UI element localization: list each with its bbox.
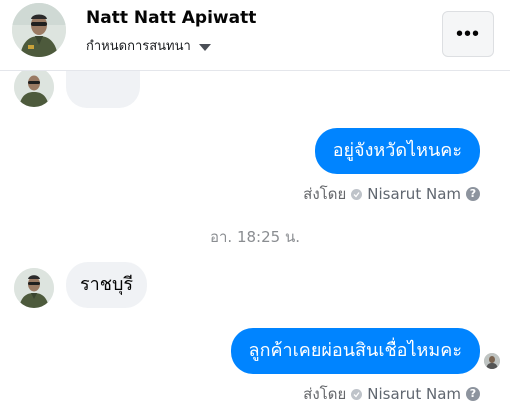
conversation-subtitle[interactable]: กำหนดการสนทนา — [86, 35, 211, 56]
sender-avatar[interactable] — [14, 268, 54, 308]
sender-name[interactable]: Nisarut Nam — [367, 185, 461, 203]
seen-indicator-avatar — [484, 353, 500, 369]
sent-by-info: ส่งโดย Nisarut Nam ? — [303, 182, 480, 206]
message-bubble-outgoing[interactable]: ลูกค้าเคยผ่อนสินเชื่อไหมคะ — [230, 328, 480, 374]
more-horizontal-icon: ••• — [455, 22, 480, 45]
conversation-header: Natt Natt Apiwatt กำหนดการสนทนา ••• — [0, 0, 510, 71]
message-bubble-incoming[interactable] — [66, 66, 140, 108]
contact-name[interactable]: Natt Natt Apiwatt — [86, 8, 256, 28]
message-timestamp: อา. 18:25 น. — [210, 228, 300, 246]
more-options-button[interactable]: ••• — [442, 11, 494, 57]
check-circle-icon — [351, 388, 363, 400]
contact-avatar[interactable] — [12, 3, 66, 57]
subtitle-text: กำหนดการสนทนา — [86, 39, 191, 54]
help-icon[interactable]: ? — [466, 187, 480, 201]
sent-by-label: ส่งโดย — [303, 185, 347, 203]
sent-by-label: ส่งโดย — [303, 385, 347, 403]
sender-name[interactable]: Nisarut Nam — [367, 385, 461, 403]
sender-avatar[interactable] — [14, 67, 54, 107]
check-circle-icon — [351, 188, 363, 200]
chevron-down-icon[interactable] — [198, 43, 211, 51]
message-bubble-outgoing[interactable]: อยู่จังหวัดไหนคะ — [314, 128, 480, 174]
message-bubble-incoming[interactable]: ราชบุรี — [66, 262, 148, 308]
help-icon[interactable]: ? — [466, 387, 480, 401]
sent-by-info: ส่งโดย Nisarut Nam ? — [303, 382, 480, 406]
